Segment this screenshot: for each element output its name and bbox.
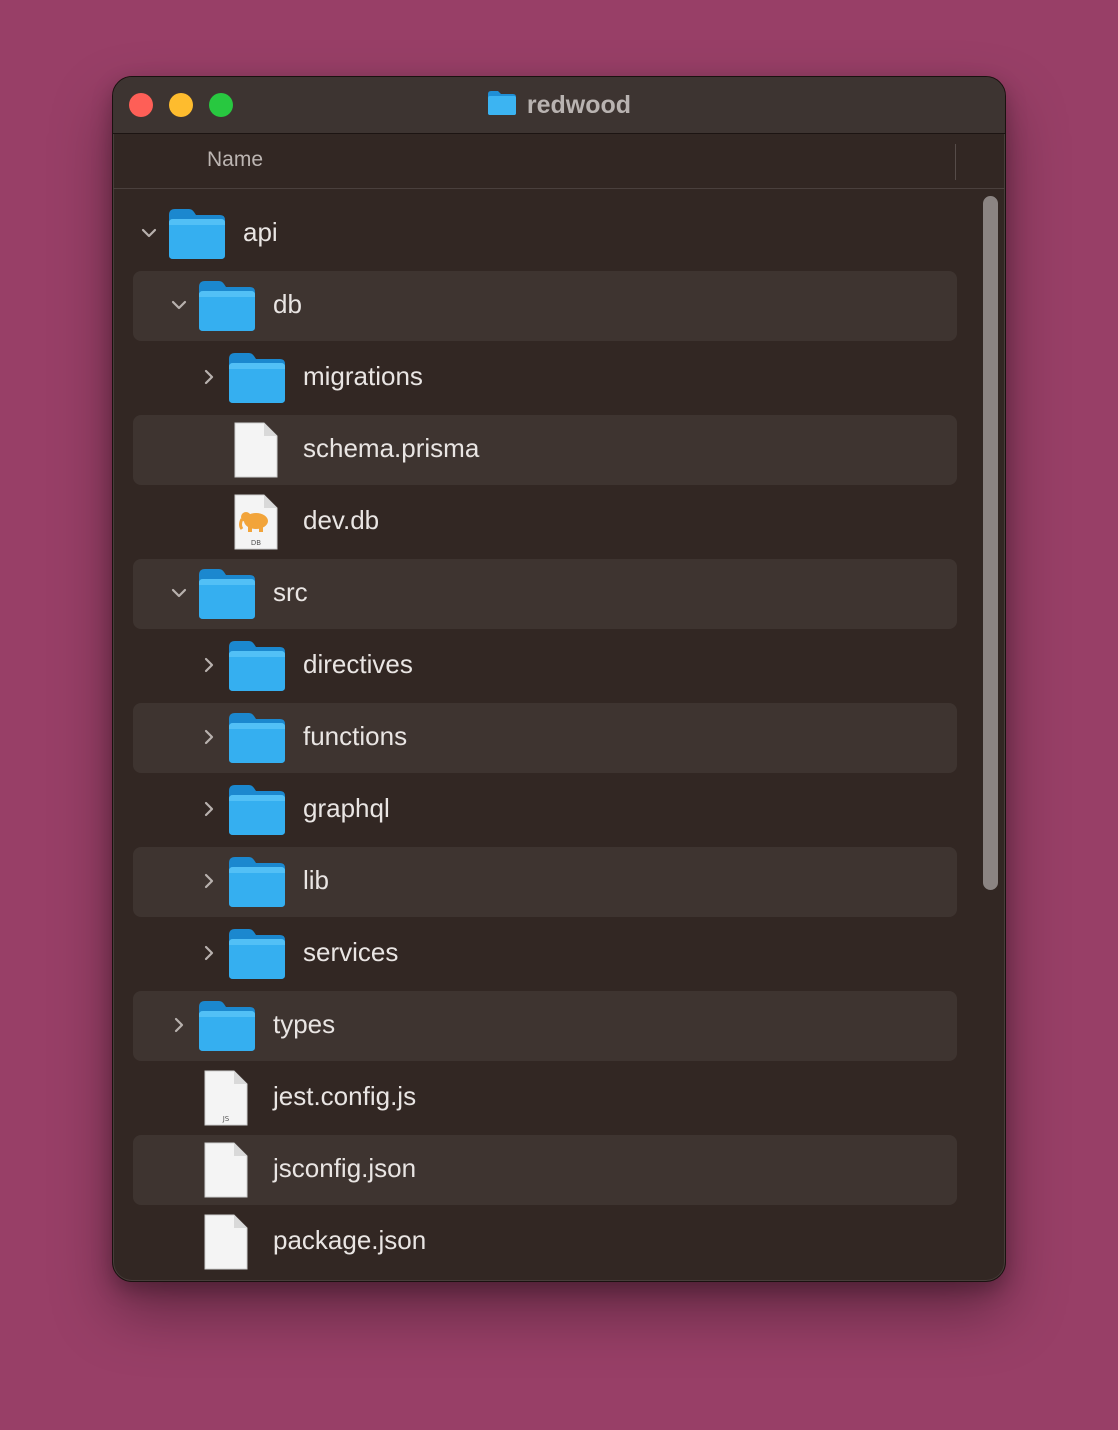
item-label: types [273, 1009, 336, 1039]
list-item[interactable]: services [133, 919, 957, 989]
document-icon [233, 421, 279, 479]
javascript-file-icon: JS [203, 1069, 249, 1127]
chevron-right-icon[interactable] [167, 1013, 191, 1037]
folder-icon [227, 351, 287, 405]
item-label: package.json [273, 1225, 427, 1255]
item-label: db [273, 289, 302, 319]
folder-icon [197, 999, 257, 1053]
list-item[interactable]: api [133, 199, 957, 269]
folder-icon [227, 855, 287, 909]
finder-window: redwood Name api db migrations schema.prism… [112, 76, 1006, 1282]
list-item[interactable]: DB dev.db [133, 487, 957, 557]
list-item[interactable]: jsconfig.json [133, 1135, 957, 1205]
file-badge-text: DB [251, 539, 261, 547]
item-label: api [243, 217, 278, 247]
chevron-right-icon[interactable] [197, 797, 221, 821]
folder-icon [197, 279, 257, 333]
folder-icon [227, 711, 287, 765]
column-divider[interactable] [955, 144, 956, 180]
item-label: lib [303, 865, 330, 895]
chevron-down-icon[interactable] [167, 293, 191, 317]
list-item[interactable]: lib [133, 847, 957, 917]
item-label: jest.config.js [273, 1081, 417, 1111]
item-label: dev.db [303, 505, 380, 535]
scrollbar-thumb[interactable] [983, 196, 998, 890]
folder-icon [167, 207, 227, 261]
list-item[interactable]: db [133, 271, 957, 341]
document-icon [203, 1213, 249, 1271]
name-column-header[interactable]: Name [207, 148, 263, 172]
chevron-right-icon[interactable] [197, 725, 221, 749]
file-badge-text: JS [222, 1115, 230, 1123]
chevron-right-icon[interactable] [197, 869, 221, 893]
document-icon [203, 1141, 249, 1199]
list-item[interactable]: src [133, 559, 957, 629]
chevron-down-icon[interactable] [167, 581, 191, 605]
folder-icon [227, 783, 287, 837]
item-label: schema.prisma [303, 433, 480, 463]
item-label: directives [303, 649, 413, 679]
window-title-text: redwood [526, 90, 632, 119]
chevron-right-icon[interactable] [197, 653, 221, 677]
vertical-scrollbar[interactable] [979, 189, 1005, 1281]
item-label: migrations [303, 361, 423, 391]
list-item[interactable]: package.json [133, 1207, 957, 1277]
list-item[interactable]: directives [133, 631, 957, 701]
list-item[interactable]: functions [133, 703, 957, 773]
folder-icon [227, 639, 287, 693]
chevron-right-icon[interactable] [197, 941, 221, 965]
database-file-icon: DB [233, 493, 279, 551]
folder-icon [487, 90, 517, 121]
item-label: functions [303, 721, 408, 751]
column-header: Name [113, 134, 1005, 189]
item-label: jsconfig.json [273, 1153, 417, 1183]
list-item[interactable]: JS jest.config.js [133, 1063, 957, 1133]
item-label: graphql [303, 793, 390, 823]
chevron-right-icon[interactable] [197, 365, 221, 389]
item-label: services [303, 937, 399, 967]
list-item[interactable]: types [133, 991, 957, 1061]
item-label: src [273, 577, 308, 607]
title-bar[interactable]: redwood [113, 77, 1005, 134]
list-item[interactable]: graphql [133, 775, 957, 845]
folder-icon [227, 927, 287, 981]
folder-icon [197, 567, 257, 621]
chevron-down-icon[interactable] [137, 221, 161, 245]
list-item[interactable]: migrations [133, 343, 957, 413]
list-item[interactable]: schema.prisma [133, 415, 957, 485]
window-title: redwood [113, 77, 1005, 133]
